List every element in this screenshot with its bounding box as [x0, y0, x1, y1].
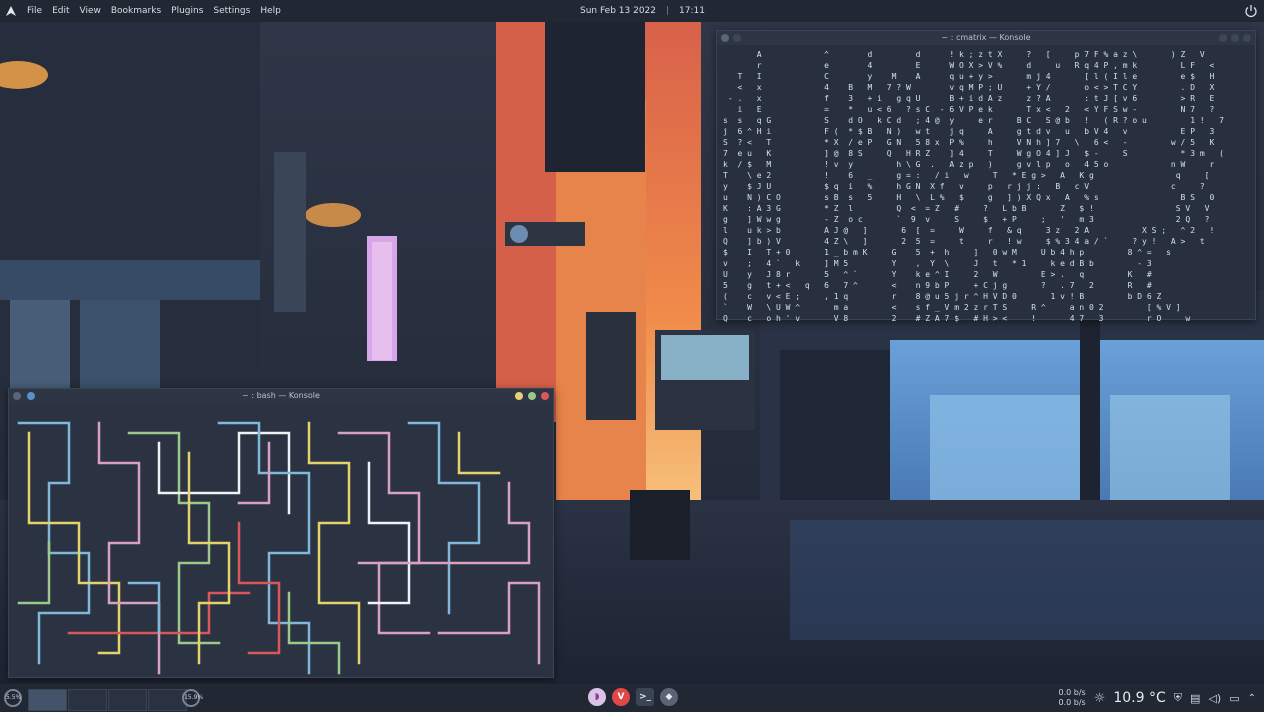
privacy-browser-task[interactable]: ◗ [588, 688, 606, 706]
bash-titlebar[interactable]: ~ : bash — Konsole [9, 389, 553, 403]
close-button[interactable] [1243, 34, 1251, 42]
cmatrix-output[interactable]: A ^ d d ! k ; z t X ? [ p 7 F % a z \ ) … [717, 45, 1253, 333]
desktop-2[interactable] [68, 689, 107, 711]
maximize-button[interactable] [1231, 34, 1239, 42]
task-manager: ◗ V >_ ◆ [588, 688, 678, 706]
pipe [457, 431, 501, 475]
power-icon[interactable] [1244, 4, 1258, 18]
menu-plugins[interactable]: Plugins [166, 0, 208, 22]
menu-settings[interactable]: Settings [208, 0, 255, 22]
menu-file[interactable]: File [22, 0, 47, 22]
chevron-up-icon[interactable]: ⌃ [1248, 693, 1256, 704]
menu-help[interactable]: Help [255, 0, 286, 22]
virtual-desktop-pager[interactable] [28, 689, 187, 711]
pipe [307, 421, 361, 665]
clock-time: 17:11 [679, 6, 705, 16]
pipes-terminal-output[interactable] [9, 403, 553, 677]
close-button[interactable] [541, 392, 549, 400]
display-icon[interactable]: ▭ [1229, 692, 1239, 705]
net-up-value: 0.0 b/s [1058, 698, 1086, 707]
settings-task[interactable]: ◆ [660, 688, 678, 706]
minimize-button[interactable] [515, 392, 523, 400]
window-menu-icon[interactable] [721, 34, 729, 42]
bash-konsole-window[interactable]: ~ : bash — Konsole [8, 388, 554, 678]
clock-date: Sun Feb 13 2022 [580, 6, 656, 16]
desktop-1[interactable] [28, 689, 67, 711]
pin-icon[interactable] [733, 34, 741, 42]
desktop-4[interactable] [148, 689, 187, 711]
top-menu-bar: File Edit View Bookmarks Plugins Setting… [0, 0, 1264, 22]
pipe [17, 541, 51, 605]
menu-edit[interactable]: Edit [47, 0, 74, 22]
cmatrix-titlebar[interactable]: ~ : cmatrix — Konsole [717, 31, 1255, 45]
app-launcher-icon[interactable] [0, 0, 22, 22]
pipe [287, 591, 341, 675]
clock[interactable]: Sun Feb 13 2022 | 17:11 [580, 0, 705, 22]
cmatrix-window-title: ~ : cmatrix — Konsole [941, 33, 1031, 42]
weather-sun-icon[interactable]: ☼ [1094, 691, 1106, 706]
shield-icon[interactable]: ⛨ [1174, 691, 1182, 705]
net-down-value: 0.0 b/s [1058, 688, 1086, 697]
menu-view[interactable]: View [75, 0, 106, 22]
pin-icon[interactable] [27, 392, 35, 400]
clock-separator: | [666, 6, 670, 16]
pipes-drawing [17, 421, 541, 675]
cmatrix-konsole-window[interactable]: ~ : cmatrix — Konsole A ^ d d ! k ; z t … [716, 30, 1256, 323]
network-speed[interactable]: 0.0 b/s 0.0 b/s [1059, 688, 1086, 708]
bottom-panel: 5.5% 15.9% ◗ V >_ ◆ 0.0 b/s 0.0 b/s ☼ 10… [0, 684, 1264, 712]
window-menu-icon[interactable] [13, 392, 21, 400]
cpu-monitor-right[interactable]: 15.9% [182, 689, 204, 707]
volume-icon[interactable]: ◁) [1208, 692, 1221, 705]
konsole-task[interactable]: >_ [636, 688, 654, 706]
bash-window-title: ~ : bash — Konsole [242, 391, 320, 400]
maximize-button[interactable] [528, 392, 536, 400]
global-menu: File Edit View Bookmarks Plugins Setting… [22, 0, 286, 22]
minimize-button[interactable] [1219, 34, 1227, 42]
pipe [97, 421, 161, 675]
pipe [27, 431, 121, 655]
clipboard-icon[interactable]: ▤ [1190, 692, 1200, 705]
weather-temperature[interactable]: 10.9 °C [1113, 690, 1165, 706]
cpu-right-value: 15.9% [184, 694, 204, 701]
cpu-left-value: 5.5% [6, 694, 22, 701]
pipe [127, 581, 161, 635]
pipe [237, 521, 281, 655]
cpu-monitor-left[interactable]: 5.5% [4, 689, 22, 707]
desktop-3[interactable] [108, 689, 147, 711]
vivaldi-task[interactable]: V [612, 688, 630, 706]
pipe [217, 421, 311, 675]
system-tray: 0.0 b/s 0.0 b/s ☼ 10.9 °C ⛨ ▤ ◁) ▭ ⌃ [1059, 684, 1257, 712]
pipe [437, 581, 541, 665]
menu-bookmarks[interactable]: Bookmarks [106, 0, 166, 22]
pipe [127, 431, 221, 645]
